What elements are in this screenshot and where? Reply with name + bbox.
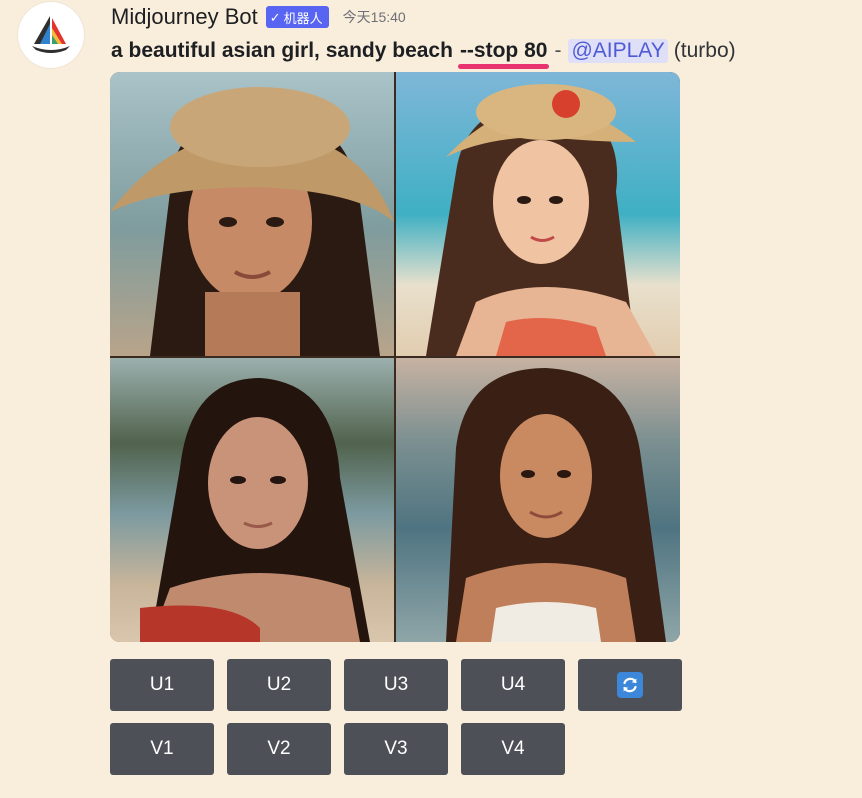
- variation-1-button[interactable]: V1: [110, 723, 214, 775]
- message-timestamp: 今天15:40: [342, 9, 406, 25]
- grid-image-3[interactable]: [110, 358, 394, 642]
- author-name[interactable]: Midjourney Bot: [111, 4, 258, 30]
- prompt-parameter: --stop 80: [457, 39, 549, 69]
- upscale-2-button[interactable]: U2: [227, 659, 331, 711]
- grid-image-1[interactable]: [110, 72, 394, 356]
- portrait-image: [110, 72, 394, 356]
- refresh-icon: [617, 672, 643, 698]
- generation-mode: (turbo): [673, 39, 736, 62]
- upscale-1-button[interactable]: U1: [110, 659, 214, 711]
- variation-2-button[interactable]: V2: [227, 723, 331, 775]
- grid-image-4[interactable]: [396, 358, 680, 642]
- prompt-separator: -: [554, 39, 562, 62]
- variation-3-button[interactable]: V3: [344, 723, 448, 775]
- reroll-button[interactable]: [578, 659, 682, 711]
- image-grid[interactable]: [110, 72, 680, 642]
- portrait-image: [110, 358, 394, 642]
- message-header: Midjourney Bot ✓ 机器人 今天15:40: [111, 3, 406, 31]
- grid-image-2[interactable]: [396, 72, 680, 356]
- variation-4-button[interactable]: V4: [461, 723, 565, 775]
- author-avatar[interactable]: [18, 2, 84, 68]
- bot-badge: ✓ 机器人: [265, 6, 329, 28]
- portrait-image: [396, 358, 680, 642]
- verified-check-icon: ✓: [269, 9, 281, 25]
- bot-badge-label: 机器人: [283, 10, 323, 26]
- action-buttons: U1 U2 U3 U4 V1 V2 V3 V4: [110, 659, 682, 775]
- sailboat-logo-icon: [32, 16, 70, 53]
- user-mention[interactable]: @AIPLAY: [568, 39, 668, 63]
- prompt-text: a beautiful asian girl, sandy beach: [111, 39, 453, 62]
- portrait-image: [396, 72, 680, 356]
- prompt-line: a beautiful asian girl, sandy beach --st…: [111, 35, 736, 69]
- upscale-3-button[interactable]: U3: [344, 659, 448, 711]
- upscale-4-button[interactable]: U4: [461, 659, 565, 711]
